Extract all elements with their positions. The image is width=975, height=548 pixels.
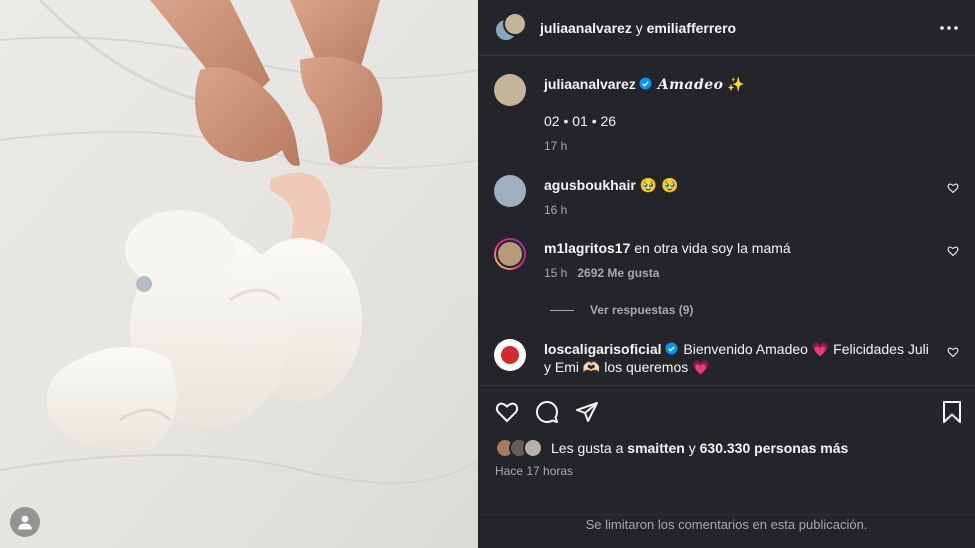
post-actions: Les gusta a smaitten y 630.330 personas … xyxy=(478,385,975,548)
caption-date: 02 • 01 • 26 xyxy=(544,113,617,129)
comment-likes[interactable]: 2692 Me gusta xyxy=(577,266,659,280)
like-comment-heart-icon[interactable] xyxy=(947,182,959,194)
likes-prefix: Les gusta a xyxy=(551,440,624,456)
logo-mark xyxy=(501,346,519,364)
user-icon xyxy=(18,515,32,530)
caption: juliaanalvarez Amadeo ✨ 02 • 01 • 26 17 … xyxy=(494,74,959,155)
verified-badge-icon xyxy=(665,342,677,355)
verified-badge-icon xyxy=(639,77,652,90)
view-replies-button[interactable]: Ver respuestas (9) xyxy=(550,303,693,317)
avatar-story-ring[interactable] xyxy=(494,238,526,270)
comment-icon xyxy=(536,401,558,423)
sparkles-emoji: ✨ xyxy=(727,76,745,92)
baby-hands-photo xyxy=(0,0,478,548)
comment-text: 🥹 🥹 xyxy=(639,177,679,193)
avatar[interactable] xyxy=(494,339,526,371)
post-side-panel: juliaanalvarez y emiliafferrero juliaana… xyxy=(478,0,975,548)
like-comment-heart-icon[interactable] xyxy=(947,346,959,358)
more-options-button[interactable] xyxy=(939,18,959,38)
heart-icon xyxy=(495,402,519,423)
caption-time[interactable]: 17 h xyxy=(544,139,567,153)
likes-count[interactable]: 630.330 personas más xyxy=(700,440,849,456)
author-link-2[interactable]: emiliafferrero xyxy=(647,20,736,36)
send-icon xyxy=(576,402,598,422)
more-horizontal-icon xyxy=(940,26,958,30)
share-button[interactable] xyxy=(574,399,600,425)
liked-by-user[interactable]: smaitten xyxy=(627,440,685,456)
bookmark-icon xyxy=(943,401,961,423)
posted-time[interactable]: Hace 17 horas xyxy=(495,464,573,478)
likes-middle: y xyxy=(688,440,696,456)
profile-button[interactable] xyxy=(10,507,40,537)
save-button[interactable] xyxy=(939,399,965,425)
author-link-1[interactable]: juliaanalvarez xyxy=(540,20,632,36)
comment-text: en otra vida soy la mamá xyxy=(634,240,791,256)
avatar[interactable] xyxy=(494,74,526,106)
like-comment-heart-icon[interactable] xyxy=(947,245,959,257)
caption-username[interactable]: juliaanalvarez xyxy=(544,76,636,92)
caption-title: Amadeo xyxy=(657,77,724,93)
post-photo[interactable] xyxy=(0,0,478,548)
comment-button[interactable] xyxy=(534,399,560,425)
avatar[interactable] xyxy=(494,175,526,207)
comments-limited-text: Se limitaron los comentarios en esta pub… xyxy=(585,517,868,532)
comment: agusboukhair 🥹 🥹 16 h xyxy=(494,175,959,219)
comments-list[interactable]: juliaanalvarez Amadeo ✨ 02 • 01 • 26 17 … xyxy=(478,57,975,385)
like-button[interactable] xyxy=(494,399,520,425)
comment-username[interactable]: m1lagritos17 xyxy=(544,240,630,256)
liked-by-avatars xyxy=(495,438,543,458)
post-header: juliaanalvarez y emiliafferrero xyxy=(478,0,975,56)
comment-time[interactable]: 16 h xyxy=(544,203,567,217)
avatar xyxy=(503,11,527,36)
comment: loscaligarisoficial Bienvenido Amadeo 💗 … xyxy=(494,339,959,376)
comment-username[interactable]: agusboukhair xyxy=(544,177,636,193)
comments-limited-notice: Se limitaron los comentarios en esta pub… xyxy=(478,514,975,532)
authors-connector: y xyxy=(635,19,643,36)
post-authors: juliaanalvarez y emiliafferrero xyxy=(540,20,736,36)
likes-summary[interactable]: Les gusta a smaitten y 630.330 personas … xyxy=(495,438,848,458)
avatar xyxy=(496,240,524,268)
avatar xyxy=(523,438,543,458)
view-replies-label: Ver respuestas (9) xyxy=(590,303,694,317)
replies-divider xyxy=(550,309,574,311)
comment-time[interactable]: 15 h xyxy=(544,266,567,280)
collab-avatars[interactable] xyxy=(494,11,527,44)
comment: m1lagritos17 en otra vida soy la mamá 15… xyxy=(494,238,959,282)
comment-username[interactable]: loscaligarisoficial xyxy=(544,341,662,357)
